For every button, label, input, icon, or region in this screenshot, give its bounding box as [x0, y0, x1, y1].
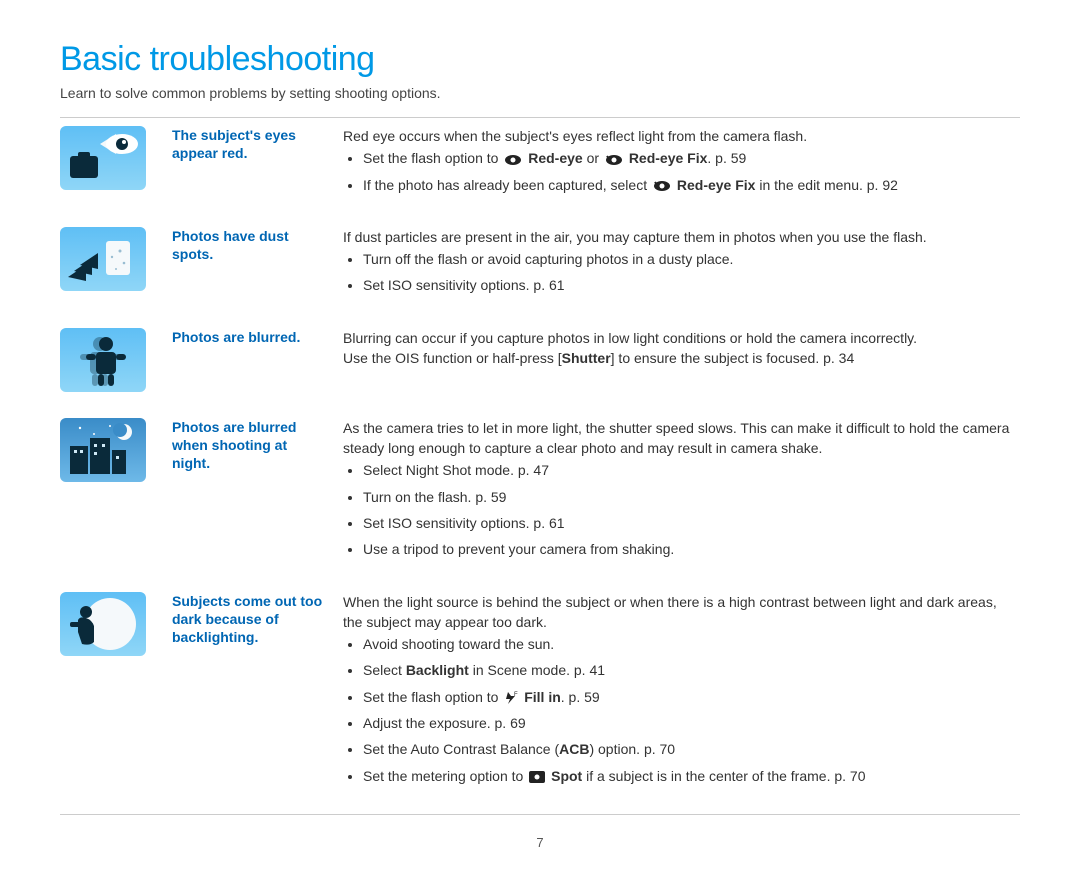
icon-backlight	[60, 592, 146, 656]
topic-label: Photos are blurred.	[172, 320, 343, 410]
bullet: Set ISO sensitivity options. p. 61	[363, 275, 1020, 295]
icon-dust	[60, 227, 146, 291]
bullet: Select Backlight in Scene mode. p. 41	[363, 660, 1020, 680]
icon-blur	[60, 328, 146, 392]
bullet: Turn off the flash or avoid capturing ph…	[363, 249, 1020, 269]
bullet: Adjust the exposure. p. 69	[363, 713, 1020, 733]
bullet: Select Night Shot mode. p. 47	[363, 460, 1020, 480]
table-row: Photos are blurred. Blurring can occur i…	[60, 320, 1020, 410]
lead-text: If dust particles are present in the air…	[343, 227, 1020, 247]
bullet: Set ISO sensitivity options. p. 61	[363, 513, 1020, 533]
svg-text:F: F	[514, 692, 518, 698]
topic-label: Subjects come out too dark because of ba…	[172, 584, 343, 810]
page-number: 7	[60, 835, 1020, 850]
bullet: Set the Auto Contrast Balance (ACB) opti…	[363, 739, 1020, 759]
bullet: Set the metering option to Spot if a sub…	[363, 766, 1020, 786]
lead-text: Red eye occurs when the subject's eyes r…	[343, 126, 1020, 146]
bullet: Set the flash option to F Fill in. p. 59	[363, 687, 1020, 707]
bullet: Set the flash option to Red-eye or Red-e…	[363, 148, 1020, 168]
eye-icon	[504, 154, 522, 166]
table-row: Subjects come out too dark because of ba…	[60, 584, 1020, 810]
spot-icon	[529, 771, 545, 783]
eye-fix-icon	[605, 154, 623, 166]
bullet: If the photo has already been captured, …	[363, 175, 1020, 195]
lead-text: Blurring can occur if you capture photos…	[343, 328, 1020, 369]
table-row: The subject's eyes appear red. Red eye o…	[60, 118, 1020, 219]
intro-text: Learn to solve common problems by settin…	[60, 85, 1020, 101]
fill-in-icon: F	[504, 691, 518, 705]
topic-label: Photos are blurred when shooting at nigh…	[172, 410, 343, 584]
icon-night	[60, 418, 146, 482]
page-title: Basic troubleshooting	[60, 40, 1020, 79]
lead-text: As the camera tries to let in more light…	[343, 418, 1020, 459]
bullet: Turn on the flash. p. 59	[363, 487, 1020, 507]
troubleshooting-table: The subject's eyes appear red. Red eye o…	[60, 118, 1020, 810]
topic-label: Photos have dust spots.	[172, 219, 343, 320]
table-row: Photos are blurred when shooting at nigh…	[60, 410, 1020, 584]
icon-red-eye	[60, 126, 146, 190]
eye-fix-icon	[653, 180, 671, 192]
lead-text: When the light source is behind the subj…	[343, 592, 1020, 633]
bullet: Avoid shooting toward the sun.	[363, 634, 1020, 654]
bullet: Use a tripod to prevent your camera from…	[363, 539, 1020, 559]
topic-label: The subject's eyes appear red.	[172, 118, 343, 219]
table-row: Photos have dust spots. If dust particle…	[60, 219, 1020, 320]
